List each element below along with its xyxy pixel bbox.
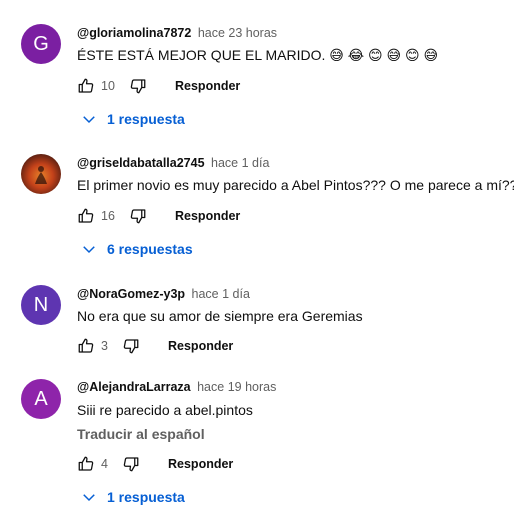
- timestamp[interactable]: hace 19 horas: [197, 380, 276, 394]
- view-replies-button[interactable]: 1 respuesta: [80, 488, 185, 506]
- comment-actions: 10: [77, 76, 147, 96]
- comment-header: @NoraGomez-y3p hace 1 día: [77, 287, 250, 301]
- comment-header: @gloriamolina7872 hace 23 horas: [77, 26, 277, 40]
- thumbs-down-icon[interactable]: [129, 207, 147, 225]
- like-count: 4: [101, 457, 108, 471]
- thumbs-down-icon[interactable]: [122, 337, 140, 355]
- comment-actions: 4: [77, 454, 140, 474]
- timestamp[interactable]: hace 1 día: [211, 156, 269, 170]
- thumbs-up-icon[interactable]: [77, 207, 95, 225]
- translate-button[interactable]: Traducir al español: [77, 426, 205, 442]
- avatar[interactable]: [21, 154, 61, 194]
- thumbs-up-icon[interactable]: [77, 455, 95, 473]
- comment-actions: 16: [77, 206, 147, 226]
- like-count: 16: [101, 209, 115, 223]
- thumbs-down-icon[interactable]: [129, 77, 147, 95]
- thumbs-up-icon[interactable]: [77, 77, 95, 95]
- author-name[interactable]: @griseldabatalla2745: [77, 156, 205, 170]
- chevron-down-icon: [80, 240, 98, 258]
- avatar[interactable]: N: [21, 285, 61, 325]
- reply-button[interactable]: Responder: [175, 209, 240, 223]
- reply-button[interactable]: Responder: [175, 79, 240, 93]
- author-name[interactable]: @NoraGomez-y3p: [77, 287, 185, 301]
- timestamp[interactable]: hace 1 día: [192, 287, 250, 301]
- like-count: 10: [101, 79, 115, 93]
- comment-header: @griseldabatalla2745 hace 1 día: [77, 156, 269, 170]
- comment-text: El primer novio es muy parecido a Abel P…: [77, 177, 514, 193]
- avatar[interactable]: G: [21, 24, 61, 64]
- comment-actions: 3: [77, 336, 140, 356]
- avatar-image: [35, 166, 47, 184]
- thumbs-up-icon[interactable]: [77, 337, 95, 355]
- like-count: 3: [101, 339, 108, 353]
- author-name[interactable]: @AlejandraLarraza: [77, 380, 191, 394]
- replies-label: 6 respuestas: [107, 241, 193, 257]
- view-replies-button[interactable]: 1 respuesta: [80, 110, 185, 128]
- replies-label: 1 respuesta: [107, 489, 185, 505]
- comment-text: Siii re parecido a abel.pintos: [77, 402, 253, 418]
- comment-header: @AlejandraLarraza hace 19 horas: [77, 380, 276, 394]
- replies-label: 1 respuesta: [107, 111, 185, 127]
- reply-button[interactable]: Responder: [168, 339, 233, 353]
- reply-button[interactable]: Responder: [168, 457, 233, 471]
- timestamp[interactable]: hace 23 horas: [198, 26, 277, 40]
- avatar[interactable]: A: [21, 379, 61, 419]
- comment-text: No era que su amor de siempre era Geremi…: [77, 308, 363, 324]
- author-name[interactable]: @gloriamolina7872: [77, 26, 191, 40]
- chevron-down-icon: [80, 488, 98, 506]
- comment-text: ÉSTE ESTÁ MEJOR QUE EL MARIDO. 😅 😂 😊 😅 😊…: [77, 47, 439, 63]
- view-replies-button[interactable]: 6 respuestas: [80, 240, 193, 258]
- chevron-down-icon: [80, 110, 98, 128]
- thumbs-down-icon[interactable]: [122, 455, 140, 473]
